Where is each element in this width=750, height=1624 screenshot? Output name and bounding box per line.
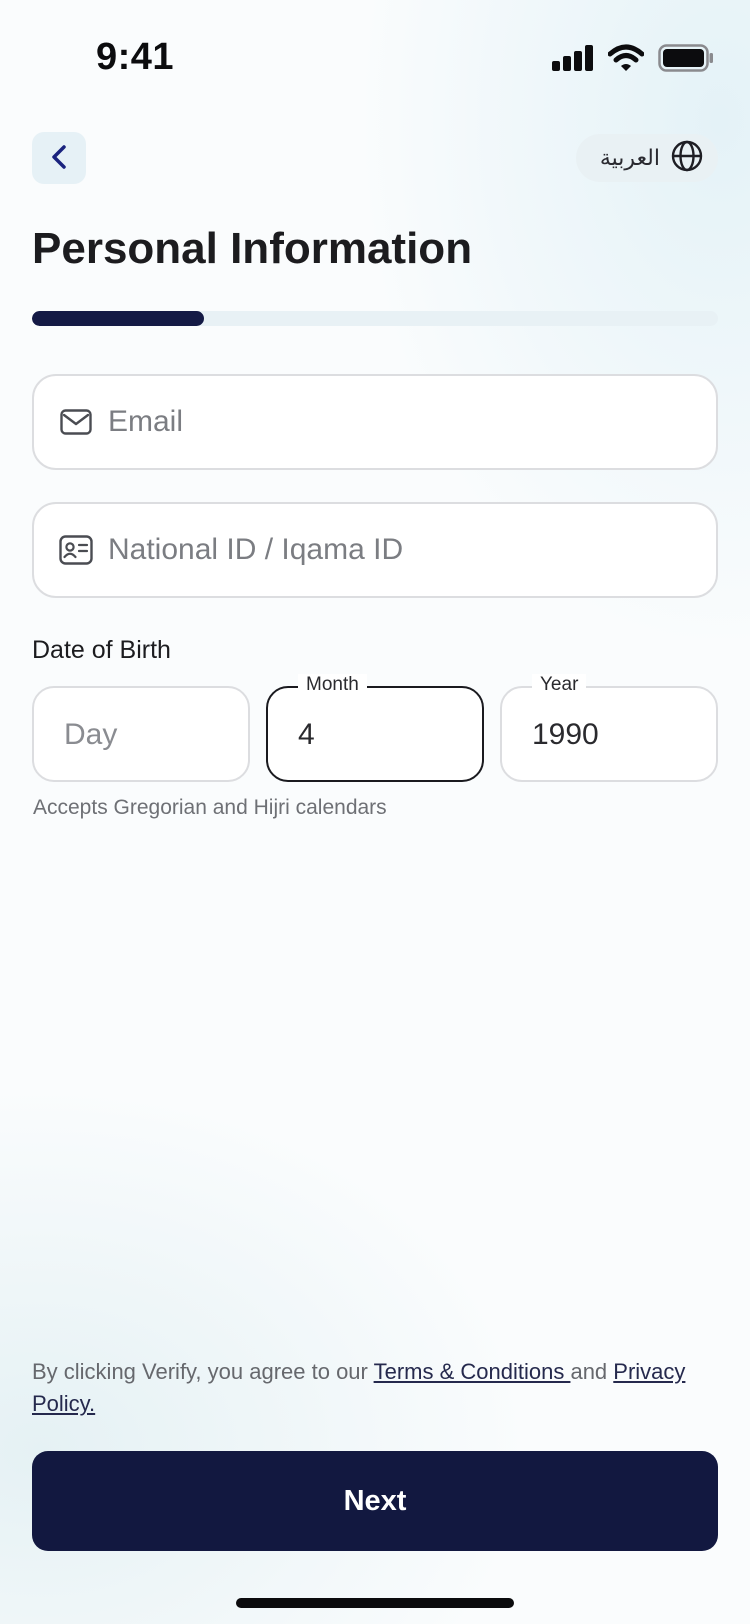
language-label: العربية bbox=[599, 145, 660, 171]
day-input[interactable] bbox=[64, 718, 224, 752]
email-input[interactable] bbox=[108, 405, 668, 439]
national-id-field[interactable] bbox=[32, 502, 718, 598]
progress-fill bbox=[32, 311, 204, 326]
legal-prefix: By clicking Verify, you agree to our bbox=[32, 1359, 374, 1384]
year-label: Year bbox=[532, 674, 587, 696]
legal-connector: and bbox=[570, 1359, 614, 1384]
id-card-icon bbox=[58, 532, 94, 568]
battery-icon bbox=[658, 44, 714, 77]
wifi-icon bbox=[607, 44, 645, 77]
status-icons bbox=[552, 44, 714, 77]
status-bar: 9:41 bbox=[0, 0, 750, 120]
month-input[interactable] bbox=[298, 718, 458, 752]
legal-notice: By clicking Verify, you agree to our Ter… bbox=[32, 1356, 722, 1420]
chevron-left-icon bbox=[49, 144, 69, 173]
next-button[interactable]: Next bbox=[32, 1451, 718, 1551]
national-id-input[interactable] bbox=[108, 533, 668, 567]
page-title: Personal Information bbox=[32, 224, 473, 273]
year-field[interactable]: Year bbox=[500, 674, 718, 782]
status-time: 9:41 bbox=[96, 36, 175, 78]
home-indicator bbox=[236, 1598, 514, 1608]
day-field[interactable] bbox=[32, 686, 250, 782]
globe-icon bbox=[670, 139, 704, 178]
progress-bar bbox=[32, 311, 718, 326]
dob-label: Date of Birth bbox=[32, 636, 171, 664]
language-toggle-button[interactable]: العربية bbox=[575, 134, 718, 182]
month-label: Month bbox=[298, 674, 367, 696]
back-button[interactable] bbox=[32, 132, 86, 184]
email-field[interactable] bbox=[32, 374, 718, 470]
terms-link[interactable]: Terms & Conditions bbox=[374, 1359, 571, 1384]
envelope-icon bbox=[58, 404, 94, 440]
month-field[interactable]: Month bbox=[266, 674, 484, 782]
year-input[interactable] bbox=[532, 718, 692, 752]
cellular-signal-icon bbox=[552, 45, 594, 76]
calendar-hint: Accepts Gregorian and Hijri calendars bbox=[33, 796, 387, 819]
